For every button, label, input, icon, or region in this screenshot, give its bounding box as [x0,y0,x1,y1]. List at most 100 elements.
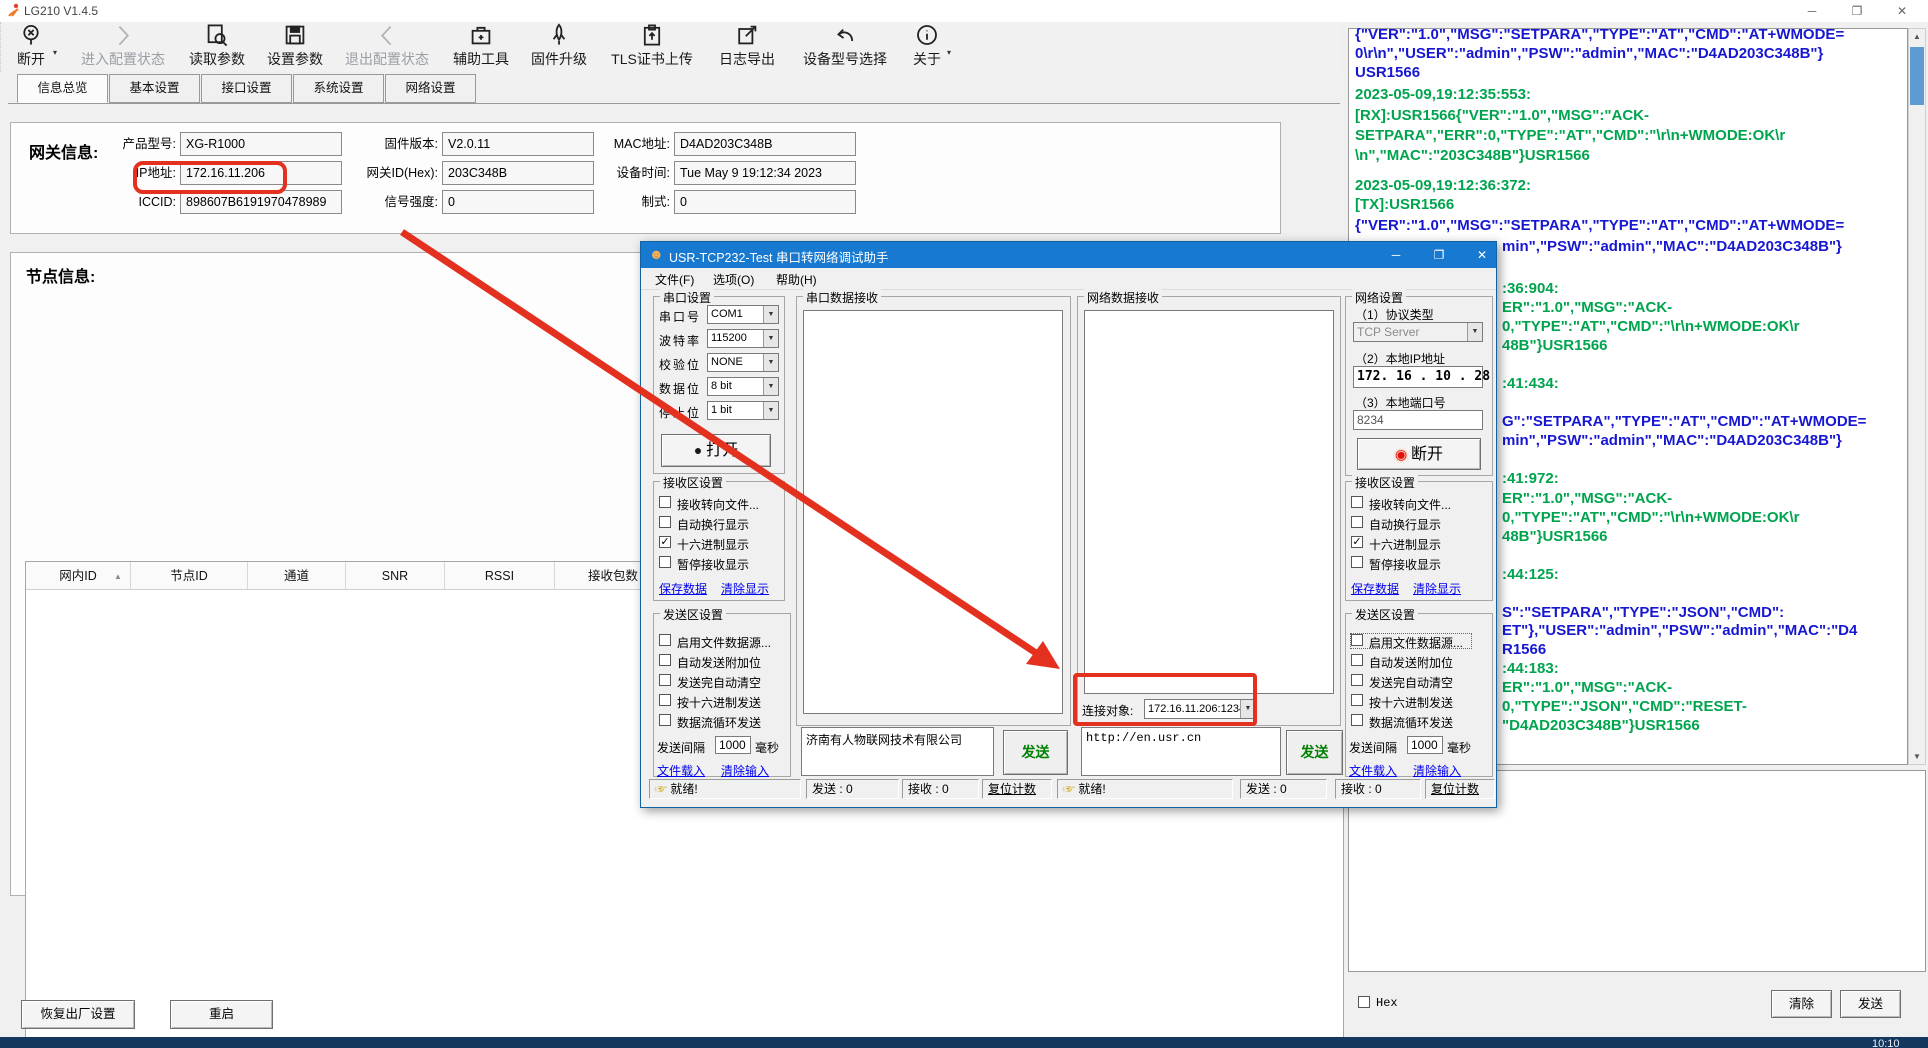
checkbox[interactable] [1351,694,1363,706]
checkbox[interactable] [1351,556,1363,568]
link-清除显示[interactable]: 清除显示 [721,580,769,597]
log-send-button[interactable]: 发送 [1840,990,1901,1018]
chevron-down-icon[interactable]: ▼ [763,354,778,371]
serial-send-button[interactable]: 发送 [1003,730,1068,775]
checkbox-row[interactable]: ✓十六进制显示 [1351,536,1471,550]
send-interval-input[interactable]: 1000 [1407,736,1443,754]
chevron-down-icon[interactable]: ▼ [763,306,778,323]
column-header-3[interactable]: 通道 [248,562,346,590]
caret-down-icon[interactable]: ▾ [53,48,57,57]
send-interval-input[interactable]: 1000 [715,736,751,754]
checkbox[interactable] [1351,634,1363,646]
toolbar-item-2[interactable]: 进入配置状态 [71,22,175,72]
tab-4[interactable]: 系统设置 [293,74,384,103]
checkbox-row[interactable]: 暂停接收显示 [659,556,779,570]
checkbox-row[interactable]: 启用文件数据源... [659,634,779,648]
toolbar-item-3[interactable]: 读取参数 [179,22,255,72]
serial-send-input[interactable]: 济南有人物联网技术有限公司 [801,727,994,776]
usr-maximize-button[interactable]: ❐ [1419,242,1459,268]
checkbox[interactable] [659,496,671,508]
checkbox[interactable] [659,634,671,646]
serial-open-button[interactable]: ● 打开 [661,434,771,467]
tab-1[interactable]: 信息总览 [17,74,108,103]
chevron-down-icon[interactable]: ▼ [1240,700,1255,718]
checkbox-row[interactable]: 发送完自动清空 [659,674,779,688]
maximize-button[interactable]: ❐ [1840,1,1874,21]
network-send-button[interactable]: 发送 [1286,730,1343,775]
checkbox-row[interactable]: 按十六进制发送 [659,694,779,708]
checkbox[interactable] [659,556,671,568]
hex-checkbox-row[interactable]: Hex [1358,996,1418,1010]
log-scrollbar[interactable]: ▲ ▼ [1908,28,1926,765]
toolbar-item-6[interactable]: 辅助工具 [443,22,519,72]
checkbox[interactable] [1351,496,1363,508]
toolbar-item-5[interactable]: 退出配置状态 [335,22,439,72]
checkbox[interactable] [659,694,671,706]
checkbox-row[interactable]: ✓十六进制显示 [659,536,779,550]
checkbox-row[interactable]: 按十六进制发送 [1351,694,1471,708]
caret-down-icon[interactable]: ▾ [947,48,951,57]
network-send-input[interactable]: http://en.usr.cn [1081,727,1281,776]
checkbox-row[interactable]: 接收转向文件... [659,496,779,510]
checkbox[interactable]: ✓ [1351,536,1363,548]
serial-row-combo[interactable]: 115200▼ [707,329,779,348]
local-port-input[interactable]: 8234 [1353,410,1483,430]
link-清除输入[interactable]: 清除输入 [1413,762,1461,779]
checkbox-row[interactable]: 自动发送附加位 [1351,654,1471,668]
checkbox[interactable] [659,654,671,666]
link-文件载入[interactable]: 文件载入 [657,762,705,779]
tab-5[interactable]: 网络设置 [385,74,476,103]
checkbox-row[interactable]: 自动换行显示 [1351,516,1471,530]
checkbox[interactable] [659,714,671,726]
toolbar-item-7[interactable]: 固件升级 [521,22,597,72]
connect-target-combo[interactable]: 172.16.11.206:1234▼ [1144,699,1256,719]
usr-menu-3[interactable]: 帮助(H) [776,271,817,288]
reboot-button[interactable]: 重启 [170,1000,273,1029]
checkbox-row[interactable]: 启用文件数据源... [1351,634,1471,648]
serial-receive-area[interactable] [803,310,1063,714]
checkbox-row[interactable]: 数据流循环发送 [659,714,779,728]
checkbox[interactable] [659,674,671,686]
toolbar-item-10[interactable]: 设备型号选择 [789,22,901,72]
checkbox-row[interactable]: 暂停接收显示 [1351,556,1471,570]
reset-counter-link[interactable]: 复位计数 [1431,782,1479,796]
usr-menu-1[interactable]: 文件(F) [655,271,694,288]
hex-checkbox[interactable] [1358,996,1370,1008]
link-清除显示[interactable]: 清除显示 [1413,580,1461,597]
log-clear-button[interactable]: 清除 [1771,990,1832,1018]
link-文件载入[interactable]: 文件载入 [1349,762,1397,779]
checkbox-row[interactable]: 自动发送附加位 [659,654,779,668]
checkbox-row[interactable]: 发送完自动清空 [1351,674,1471,688]
serial-row-combo[interactable]: 1 bit▼ [707,401,779,420]
checkbox-row[interactable]: 数据流循环发送 [1351,714,1471,728]
scroll-thumb[interactable] [1910,47,1924,105]
toolbar-item-4[interactable]: 设置参数 [257,22,333,72]
usr-menu-2[interactable]: 选项(O) [713,271,754,288]
checkbox[interactable] [1351,674,1363,686]
checkbox[interactable] [1351,714,1363,726]
checkbox-row[interactable]: 自动换行显示 [659,516,779,530]
checkbox[interactable] [1351,654,1363,666]
checkbox[interactable]: ✓ [659,536,671,548]
chevron-down-icon[interactable]: ▼ [763,378,778,395]
chevron-down-icon[interactable]: ▼ [763,330,778,347]
close-button[interactable]: ✕ [1885,1,1919,21]
usr-close-button[interactable]: ✕ [1462,242,1502,268]
checkbox[interactable] [1351,516,1363,528]
toolbar-item-1[interactable]: 断开▾ [7,22,55,72]
tab-3[interactable]: 接口设置 [201,74,292,103]
network-receive-area[interactable] [1084,310,1334,694]
usr-titlebar[interactable]: ☻ USR-TCP232-Test 串口转网络调试助手 ─ ❐ ✕ [641,242,1496,268]
tab-2[interactable]: 基本设置 [109,74,200,103]
local-ip-input[interactable]: 172. 16 . 10 . 28 [1353,366,1483,388]
checkbox[interactable] [659,516,671,528]
scroll-down-icon[interactable]: ▼ [1909,752,1925,761]
scroll-up-icon[interactable]: ▲ [1909,32,1925,41]
toolbar-item-8[interactable]: TLS证书上传 [599,22,705,72]
link-保存数据[interactable]: 保存数据 [659,580,707,597]
column-header-4[interactable]: SNR [346,562,445,590]
network-disconnect-button[interactable]: ◉ 断开 [1357,438,1481,470]
toolbar-item-9[interactable]: 日志导出 [707,22,787,72]
reset-counter-link[interactable]: 复位计数 [988,782,1036,796]
serial-row-combo[interactable]: 8 bit▼ [707,377,779,396]
